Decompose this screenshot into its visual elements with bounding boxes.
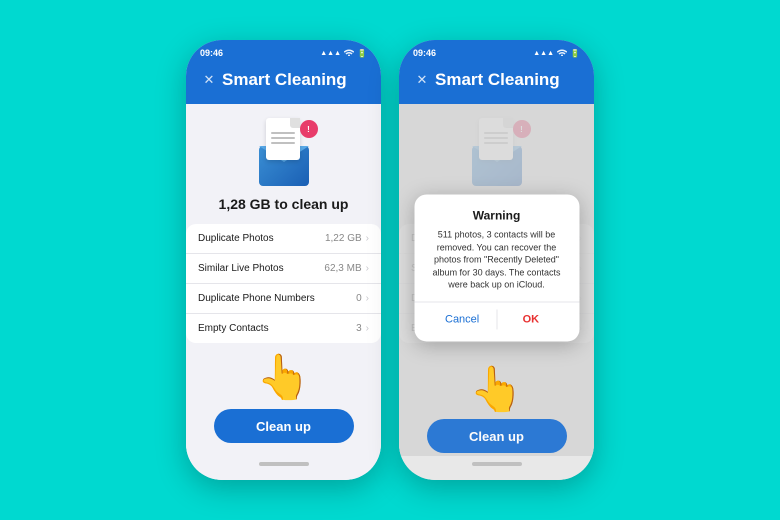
chevron-2-left: › (366, 263, 369, 274)
battery-icon: 🔋 (357, 49, 367, 58)
cancel-button[interactable]: Cancel (428, 314, 496, 326)
status-bar-right: 09:46 ▲▲▲ 🔋 (399, 40, 594, 64)
home-indicator-right (472, 462, 522, 466)
item-value-3-left: 0 (356, 293, 362, 304)
app-icon-left: ! (250, 118, 318, 186)
phone-bottom-right (399, 456, 594, 480)
phones-container: 09:46 ▲▲▲ 🔋 ✕ Smart Cleaning (186, 40, 594, 480)
doc-line-1 (271, 132, 295, 134)
item-value-4-left: 3 (356, 323, 362, 334)
item-value-2-left: 62,3 MB (324, 263, 361, 274)
list-item-4-left[interactable]: Empty Contacts 3 › (186, 314, 381, 343)
doc-lines (271, 132, 295, 147)
doc-line-2 (271, 137, 295, 139)
item-label-2-left: Similar Live Photos (198, 263, 324, 274)
dialog-buttons: Cancel OK (428, 302, 565, 330)
doc-icon (266, 118, 300, 160)
time-left: 09:46 (200, 48, 223, 58)
phone-bottom-left (186, 456, 381, 480)
storage-text-left: 1,28 GB to clean up (219, 196, 349, 212)
title-right: Smart Cleaning (435, 70, 560, 90)
warning-dialog: Warning 511 photos, 3 contacts will be r… (414, 194, 579, 341)
chevron-1-left: › (366, 233, 369, 244)
hand-cursor-right: 👆 (469, 363, 524, 415)
chevron-3-left: › (366, 293, 369, 304)
status-icons-left: ▲▲▲ 🔋 (320, 48, 367, 58)
close-button-right[interactable]: ✕ (413, 71, 431, 89)
signal-icon: ▲▲▲ (320, 50, 341, 57)
time-right: 09:46 (413, 48, 436, 58)
warning-title: Warning (428, 208, 565, 222)
phone-left: 09:46 ▲▲▲ 🔋 ✕ Smart Cleaning (186, 40, 381, 480)
notification-badge: ! (300, 120, 318, 138)
warning-text: 511 photos, 3 contacts will be removed. … (428, 228, 565, 291)
header-right: ✕ Smart Cleaning (399, 64, 594, 104)
item-label-1-left: Duplicate Photos (198, 233, 325, 244)
title-left: Smart Cleaning (222, 70, 347, 90)
battery-icon-right: 🔋 (570, 49, 580, 58)
doc-line-3 (271, 142, 295, 144)
header-left: ✕ Smart Cleaning (186, 64, 381, 104)
wifi-icon (344, 48, 354, 58)
chevron-4-left: › (366, 323, 369, 334)
list-item-2-left[interactable]: Similar Live Photos 62,3 MB › (186, 254, 381, 284)
item-value-1-left: 1,22 GB (325, 233, 362, 244)
clean-button-right[interactable]: Clean up (427, 419, 567, 453)
signal-icon-right: ▲▲▲ (533, 50, 554, 57)
list-item-3-left[interactable]: Duplicate Phone Numbers 0 › (186, 284, 381, 314)
ok-button[interactable]: OK (497, 314, 565, 326)
list-left: Duplicate Photos 1,22 GB › Similar Live … (186, 224, 381, 343)
clean-button-left[interactable]: Clean up (214, 409, 354, 443)
item-label-4-left: Empty Contacts (198, 323, 356, 334)
item-label-3-left: Duplicate Phone Numbers (198, 293, 356, 304)
hand-cursor-left: 👆 (256, 351, 311, 403)
body-left: ! 1,28 GB to clean up Duplicate Photos 1… (186, 104, 381, 456)
phone-right: 09:46 ▲▲▲ 🔋 ✕ Smart Cleaning (399, 40, 594, 480)
home-indicator-left (259, 462, 309, 466)
wifi-icon-right (557, 48, 567, 58)
body-right: ! 1,28 GB to clean up Dupl... › Simil...… (399, 104, 594, 456)
status-icons-right: ▲▲▲ 🔋 (533, 48, 580, 58)
list-item-1-left[interactable]: Duplicate Photos 1,22 GB › (186, 224, 381, 254)
close-button-left[interactable]: ✕ (200, 71, 218, 89)
status-bar-left: 09:46 ▲▲▲ 🔋 (186, 40, 381, 64)
